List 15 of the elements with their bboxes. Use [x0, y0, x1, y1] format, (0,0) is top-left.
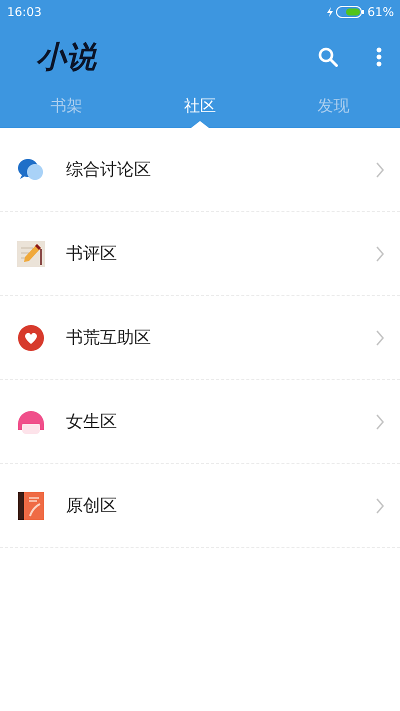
pencil-note-icon [17, 240, 45, 266]
charging-icon [327, 7, 334, 17]
status-time: 16:03 [7, 5, 42, 19]
chevron-right-icon [376, 414, 384, 430]
app-logo: 小说 [36, 38, 96, 76]
chevron-right-icon [376, 330, 384, 346]
more-icon [376, 47, 382, 67]
battery-percent: 61% [367, 5, 394, 19]
book-icon [18, 492, 44, 520]
battery-icon [336, 6, 364, 18]
chevron-right-icon [376, 162, 384, 178]
search-icon [318, 47, 338, 67]
chat-bubbles-icon [17, 156, 45, 182]
chevron-right-icon [376, 246, 384, 262]
chevron-right-icon [376, 498, 384, 514]
